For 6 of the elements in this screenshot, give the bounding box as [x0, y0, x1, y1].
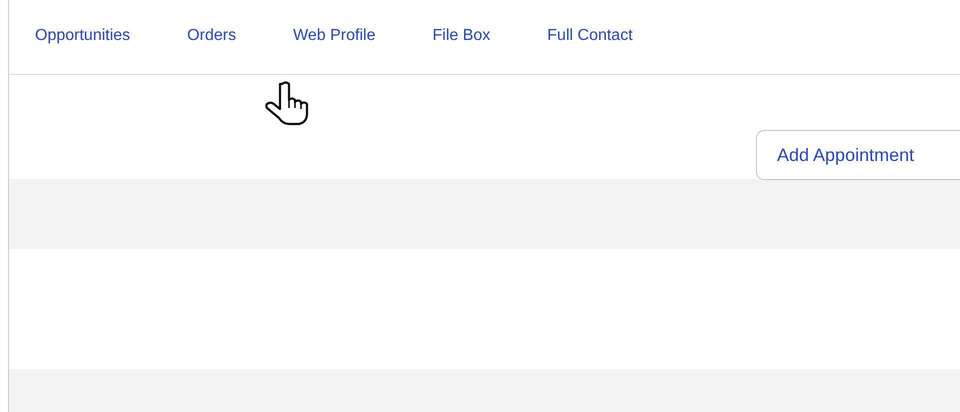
tab[interactable]: Full Contact: [547, 27, 633, 47]
add-appointment-button[interactable]: Add Appointment: [756, 130, 960, 180]
tab[interactable]: File Box: [432, 27, 490, 47]
tab[interactable]: Opportunities: [35, 27, 130, 47]
tab[interactable]: Orders: [187, 27, 236, 47]
tab[interactable]: Web Profile: [293, 27, 376, 47]
